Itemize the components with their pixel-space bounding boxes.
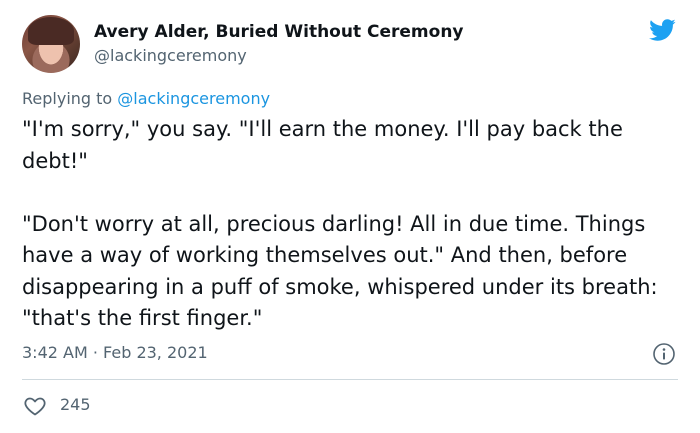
- avatar[interactable]: [22, 15, 80, 73]
- tweet-timestamp[interactable]: 3:42 AM · Feb 23, 2021: [22, 343, 208, 362]
- tweet-paragraph: "I'm sorry," you say. "I'll earn the mon…: [22, 117, 623, 173]
- heart-icon[interactable]: [22, 394, 48, 418]
- tweet-paragraph: "Don't worry at all, precious darling! A…: [22, 211, 658, 331]
- divider: [22, 379, 678, 380]
- replying-to-prefix: Replying to: [22, 89, 113, 108]
- replying-to-mention[interactable]: @lackingceremony: [117, 89, 270, 108]
- twitter-bird-icon[interactable]: [645, 16, 679, 44]
- tweet-text: "I'm sorry," you say. "I'll earn the mon…: [22, 114, 682, 335]
- info-icon[interactable]: [652, 342, 676, 366]
- like-count: 245: [60, 395, 91, 414]
- replying-to: Replying to @lackingceremony: [22, 89, 270, 108]
- author-handle[interactable]: @lackingceremony: [94, 46, 247, 65]
- author-display-name[interactable]: Avery Alder, Buried Without Ceremony: [94, 22, 464, 42]
